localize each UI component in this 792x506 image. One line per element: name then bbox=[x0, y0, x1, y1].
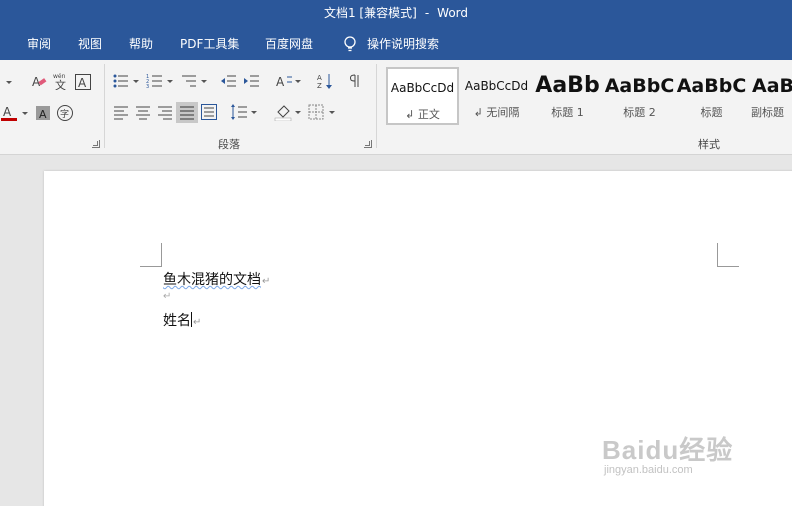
tab-baidu-netdisk[interactable]: 百度网盘 bbox=[265, 34, 313, 54]
title-separator: - bbox=[424, 6, 430, 20]
paragraph-mark-icon: ↲ bbox=[473, 106, 483, 119]
svg-text:字: 字 bbox=[60, 108, 69, 120]
svg-text:3: 3 bbox=[146, 84, 149, 90]
align-right-icon[interactable] bbox=[156, 103, 174, 121]
multilevel-list-icon[interactable] bbox=[180, 72, 198, 90]
align-center-icon[interactable] bbox=[134, 103, 152, 121]
style-normal[interactable]: AaBbCcDd ↲ 正文 bbox=[386, 67, 459, 125]
document-line-text: 姓名 bbox=[163, 313, 191, 329]
distributed-icon[interactable] bbox=[200, 103, 218, 121]
svg-text:Z: Z bbox=[317, 82, 322, 90]
bullets-icon[interactable] bbox=[112, 72, 130, 90]
word-window: 文档1 [兼容模式] - Word 审阅 视图 帮助 PDF工具集 百度网盘 操作说… bbox=[0, 0, 792, 506]
svg-text:A: A bbox=[276, 75, 285, 89]
font-group-separator bbox=[104, 64, 105, 148]
tab-pdf-tools[interactable]: PDF工具集 bbox=[180, 34, 239, 54]
watermark-logo: Baidu经验 bbox=[602, 435, 734, 465]
margin-corner-top-left bbox=[140, 243, 162, 267]
style-preview: AaBbCcDd bbox=[464, 79, 529, 93]
style-heading-1[interactable]: AaBb 标题 1 bbox=[531, 67, 604, 125]
font-color-dropdown-arrow[interactable] bbox=[22, 104, 28, 122]
chinese-layout-icon[interactable]: A bbox=[275, 72, 293, 90]
tell-me-search[interactable]: 操作说明搜索 bbox=[367, 34, 439, 54]
styles-group-label: 样式 bbox=[698, 138, 720, 151]
show-hide-marks-icon[interactable] bbox=[346, 72, 364, 90]
style-label: ↲ 无间隔 bbox=[460, 105, 533, 121]
document-workspace: 鱼木混猪的文档↵ ↵ 姓名 ↵ Baidu经验 jingyan.baidu.com bbox=[0, 156, 792, 506]
style-label: ↲ 正文 bbox=[388, 107, 457, 123]
svg-text:A: A bbox=[78, 76, 87, 90]
document-line-3[interactable]: 姓名 ↵ bbox=[163, 310, 201, 330]
bullets-dropdown-arrow[interactable] bbox=[133, 72, 139, 90]
watermark-url: jingyan.baidu.com bbox=[604, 464, 693, 476]
app-name: Word bbox=[437, 6, 468, 20]
paragraph-mark-icon: ↲ bbox=[405, 108, 415, 121]
font-dialog-launcher[interactable] bbox=[92, 140, 100, 148]
document-line-1[interactable]: 鱼木混猪的文档↵ bbox=[163, 269, 270, 289]
paragraph-mark: ↵ bbox=[193, 317, 202, 328]
decrease-indent-icon[interactable] bbox=[220, 72, 238, 90]
borders-dropdown-arrow[interactable] bbox=[329, 103, 335, 121]
title-bar: 文档1 [兼容模式] - Word 审阅 视图 帮助 PDF工具集 百度网盘 操作说… bbox=[0, 0, 792, 60]
style-heading-2[interactable]: AaBbC 标题 2 bbox=[603, 67, 676, 125]
style-title[interactable]: AaBbC 标题 bbox=[675, 67, 748, 125]
align-left-icon[interactable] bbox=[112, 103, 130, 121]
tab-view[interactable]: 视图 bbox=[78, 34, 102, 54]
enclose-characters-icon[interactable]: 字 bbox=[56, 104, 74, 122]
shading-icon[interactable] bbox=[274, 103, 292, 121]
svg-text:A: A bbox=[317, 74, 322, 82]
sort-icon[interactable]: A Z bbox=[316, 72, 334, 90]
style-preview: AaBl bbox=[752, 75, 792, 97]
margin-corner-top-right bbox=[717, 243, 739, 267]
paragraph-mark: ↵ bbox=[262, 276, 271, 287]
tab-review[interactable]: 审阅 bbox=[27, 34, 51, 54]
window-title: 文档1 [兼容模式] - Word bbox=[0, 4, 792, 21]
lightbulb-icon[interactable] bbox=[343, 34, 357, 54]
style-name: 标题 bbox=[700, 106, 723, 119]
character-shading-icon[interactable]: A bbox=[34, 104, 52, 122]
clear-formatting-icon[interactable]: A bbox=[30, 73, 48, 91]
justify-icon[interactable] bbox=[176, 102, 198, 123]
empty-paragraph-mark[interactable]: ↵ bbox=[163, 291, 171, 302]
chinese-layout-dropdown-arrow[interactable] bbox=[295, 72, 301, 90]
svg-text:A: A bbox=[39, 108, 47, 121]
style-name: 标题 1 bbox=[551, 106, 584, 119]
style-preview: AaBbC bbox=[676, 75, 747, 97]
shading-dropdown-arrow[interactable] bbox=[295, 103, 301, 121]
phonetic-guide-icon[interactable]: wén 文 bbox=[52, 72, 70, 90]
style-preview: AaBbC bbox=[604, 75, 675, 97]
svg-text:A: A bbox=[3, 105, 12, 119]
paragraph-group-label: 段落 bbox=[218, 138, 240, 151]
style-preview: AaBb bbox=[535, 73, 600, 98]
line-spacing-dropdown-arrow[interactable] bbox=[251, 103, 257, 121]
character-border-icon[interactable]: A bbox=[74, 73, 92, 91]
style-name: 标题 2 bbox=[623, 106, 656, 119]
multilevel-list-dropdown-arrow[interactable] bbox=[201, 72, 207, 90]
style-preview: AaBbCcDd bbox=[390, 81, 455, 95]
style-name: 正文 bbox=[417, 108, 440, 121]
baidu-jingyan-watermark: Baidu经验 jingyan.baidu.com bbox=[602, 430, 752, 484]
tab-help[interactable]: 帮助 bbox=[129, 34, 153, 54]
style-name: 无间隔 bbox=[486, 106, 520, 119]
text-cursor bbox=[191, 312, 192, 327]
font-color-icon[interactable]: A bbox=[0, 104, 18, 122]
numbering-dropdown-arrow[interactable] bbox=[167, 72, 173, 90]
style-no-spacing[interactable]: AaBbCcDd ↲ 无间隔 bbox=[460, 67, 533, 125]
font-size-dropdown-arrow[interactable] bbox=[6, 73, 12, 91]
style-name: 副标题 bbox=[751, 106, 784, 119]
line-spacing-icon[interactable] bbox=[230, 103, 248, 121]
numbering-icon[interactable]: 1 2 3 bbox=[146, 72, 164, 90]
document-title: 文档1 [兼容模式] bbox=[323, 6, 417, 20]
paragraph-group-separator bbox=[376, 64, 377, 148]
paragraph-dialog-launcher[interactable] bbox=[364, 140, 372, 148]
document-line-text: 鱼木混猪的文档 bbox=[163, 272, 261, 288]
borders-icon[interactable] bbox=[307, 103, 325, 121]
svg-text:文: 文 bbox=[55, 78, 66, 90]
ribbon: A wén 文 A A A 字 1 2 3 A A Z 段落 AaBbCcDd … bbox=[0, 60, 792, 155]
increase-indent-icon[interactable] bbox=[243, 72, 261, 90]
style-subtitle[interactable]: AaBl 副标题 bbox=[747, 67, 792, 125]
styles-gallery: AaBbCcDd ↲ 正文 AaBbCcDd ↲ 无间隔 AaBb 标题 1 A… bbox=[386, 67, 792, 127]
